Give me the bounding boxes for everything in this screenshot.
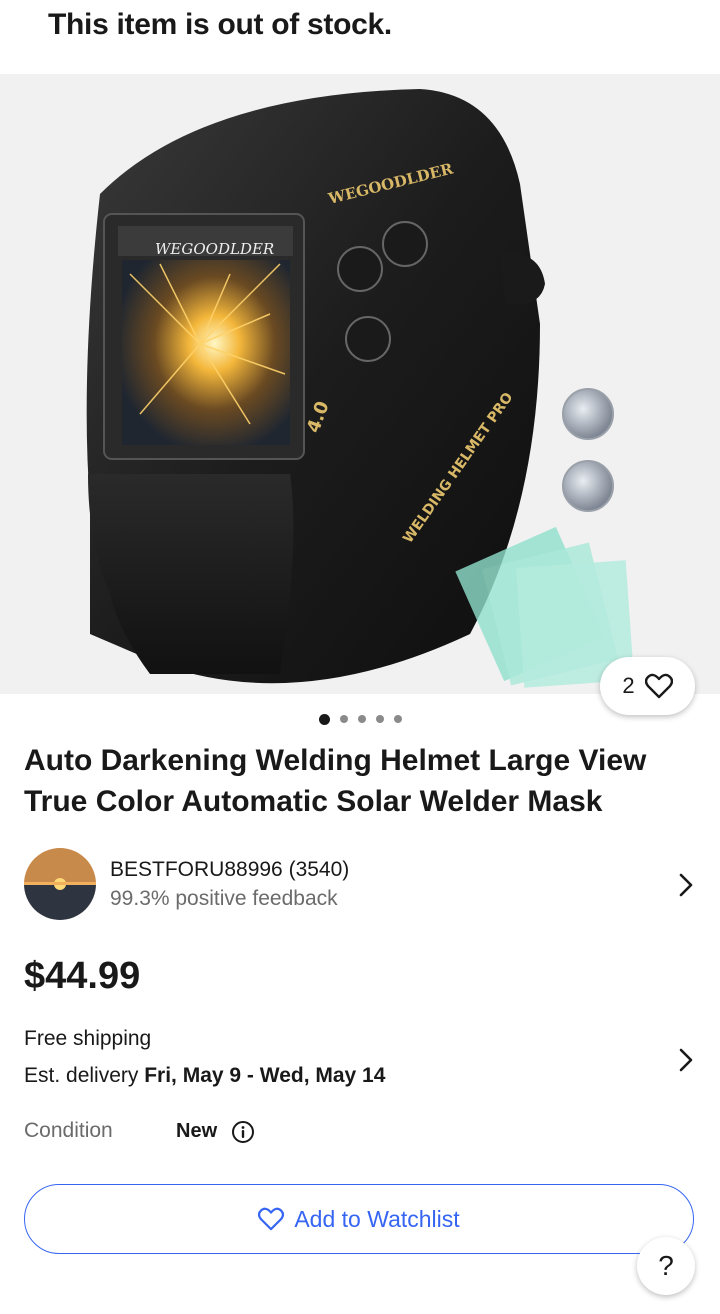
estimated-delivery: Est. delivery Fri, May 9 - Wed, May 14 xyxy=(24,1064,386,1087)
seller-info-row[interactable]: BESTFORU88996 (3540) 99.3% positive feed… xyxy=(0,842,720,926)
condition-label: Condition xyxy=(24,1119,113,1142)
heart-icon xyxy=(258,1207,285,1231)
seller-feedback: 99.3% positive feedback xyxy=(110,887,338,910)
watchers-count-button[interactable]: 2 xyxy=(600,657,695,715)
out-of-stock-text: This item is out of stock. xyxy=(48,8,392,41)
seller-name[interactable]: BESTFORU88996 (3540) xyxy=(110,858,349,882)
product-title: Auto Darkening Welding Helmet Large View… xyxy=(24,744,647,818)
seller-avatar xyxy=(24,848,96,920)
carousel-indicator xyxy=(0,712,720,726)
chevron-right-icon xyxy=(679,873,693,897)
add-to-watchlist-button[interactable]: Add to Watchlist xyxy=(24,1184,694,1254)
out-of-stock-banner: This item is out of stock. xyxy=(0,0,720,74)
product-image-carousel[interactable]: WEGOODLDER WEGOODLDER 4.0 WELDING HELMET… xyxy=(0,74,720,694)
item-price: $44.99 xyxy=(24,955,141,997)
carousel-dot[interactable] xyxy=(339,715,348,723)
help-button[interactable]: ? xyxy=(637,1237,695,1295)
chevron-right-icon xyxy=(679,1048,693,1072)
shipping-cost: Free shipping xyxy=(24,1027,152,1050)
watch-count: 2 xyxy=(622,673,635,698)
product-image: WEGOODLDER WEGOODLDER 4.0 WELDING HELMET… xyxy=(86,89,635,688)
heart-icon xyxy=(644,673,673,699)
carousel-dot[interactable] xyxy=(357,715,366,723)
info-icon[interactable] xyxy=(231,1120,255,1144)
condition-value: New xyxy=(176,1120,218,1142)
carousel-dot[interactable] xyxy=(375,715,384,723)
carousel-dot[interactable] xyxy=(393,715,402,723)
add-to-watchlist-label: Add to Watchlist xyxy=(294,1205,460,1232)
svg-text:WEGOODLDER: WEGOODLDER xyxy=(155,240,274,258)
carousel-dot[interactable] xyxy=(318,713,330,725)
